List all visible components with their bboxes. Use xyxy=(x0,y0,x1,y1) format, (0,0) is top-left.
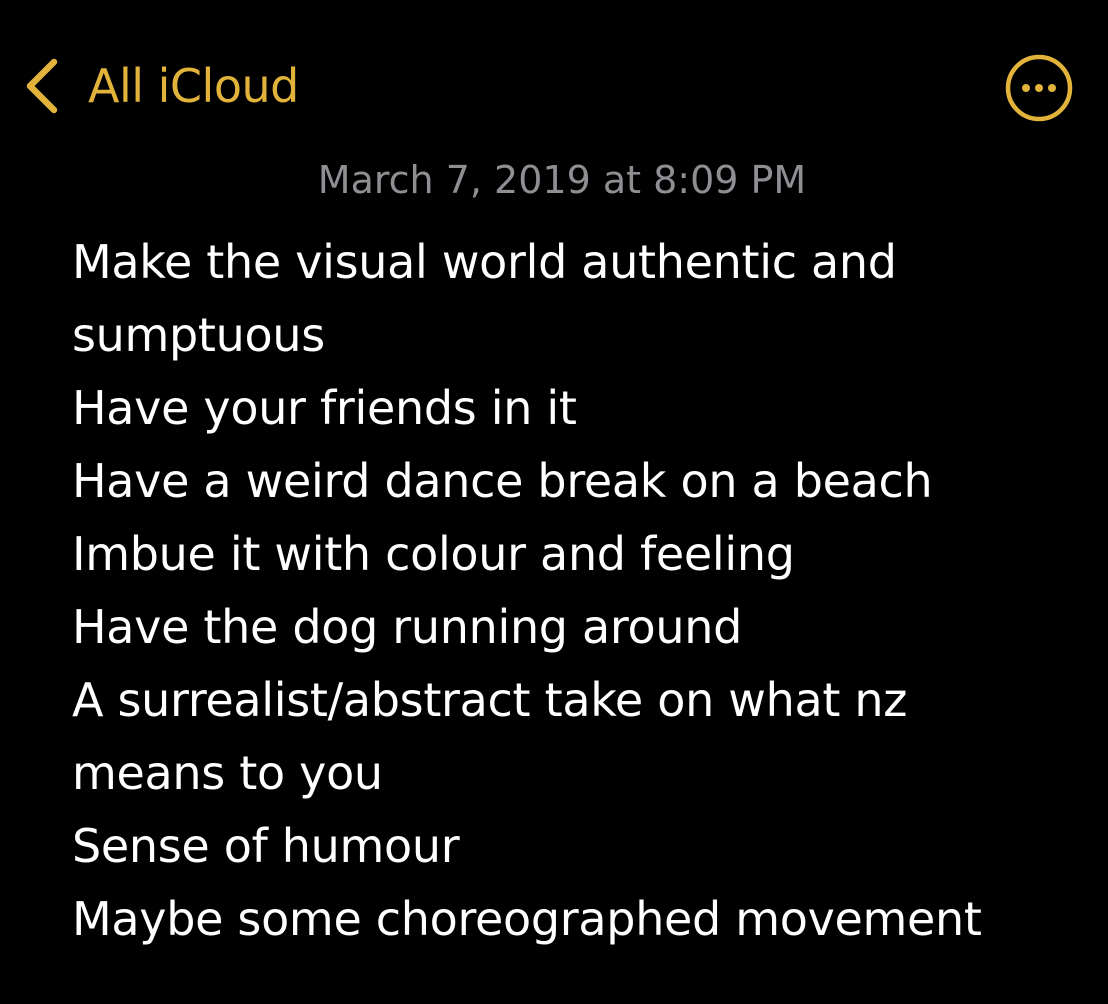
note-line: Have a weird dance break on a beach xyxy=(72,454,933,508)
note-timestamp: March 7, 2019 at 8:09 PM xyxy=(317,158,807,202)
note-line: Maybe some choreographed movement xyxy=(72,892,982,946)
chevron-left-icon xyxy=(22,56,62,116)
note-line: A surrealist/abstract take on what nz xyxy=(72,673,908,727)
note-line: Make the visual world authentic and xyxy=(72,235,897,289)
more-options-button[interactable] xyxy=(1004,53,1074,123)
note-line: Imbue it with colour and feeling xyxy=(72,527,795,581)
note-line: sumptuous xyxy=(72,308,325,362)
note-line: Sense of humour xyxy=(72,819,460,873)
note-line: Have the dog running around xyxy=(72,600,742,654)
ellipsis-circle-icon xyxy=(1004,53,1074,123)
navigation-bar: All iCloud xyxy=(0,0,1108,160)
back-button[interactable]: All iCloud xyxy=(22,54,299,118)
note-line: means to you xyxy=(72,746,383,800)
note-body[interactable]: Make the visual world authentic and sump… xyxy=(72,226,1092,956)
back-button-label: All iCloud xyxy=(88,59,299,113)
note-line: Have your friends in it xyxy=(72,381,577,435)
